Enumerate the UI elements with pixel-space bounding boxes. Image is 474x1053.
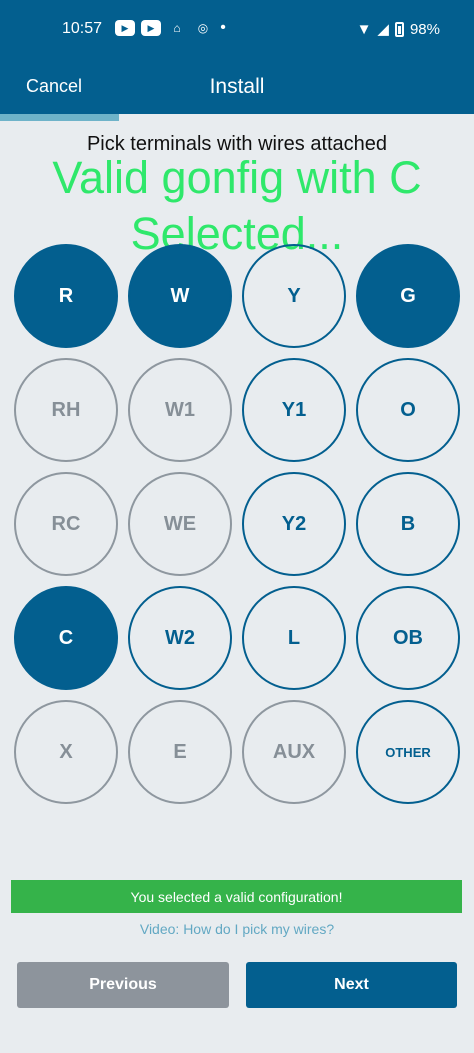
terminal-e-button[interactable]: E <box>128 700 232 804</box>
terminal-we-button[interactable]: WE <box>128 472 232 576</box>
progress-bar <box>0 114 474 121</box>
terminal-grid: R W Y G RH W1 Y1 O RC WE Y2 B C W2 L OB X E AUX OTHER <box>14 244 460 804</box>
wifi-icon: ▼ <box>356 20 372 38</box>
terminal-g-button[interactable]: G <box>356 244 460 348</box>
terminal-c-button[interactable]: C <box>14 586 118 690</box>
playstation-icon: ⌂ <box>173 21 181 35</box>
notification-icons: ▶ ▶ ⌂ ◎ • <box>115 20 227 36</box>
status-banner: You selected a valid configuration! <box>11 880 462 913</box>
terminal-x-button[interactable]: X <box>14 700 118 804</box>
terminal-y2-button[interactable]: Y2 <box>242 472 346 576</box>
terminal-o-button[interactable]: O <box>356 358 460 462</box>
dot-icon: • <box>220 19 226 36</box>
signal-icon: ◢ <box>377 21 389 38</box>
terminal-aux-button[interactable]: AUX <box>242 700 346 804</box>
cancel-button[interactable]: Cancel <box>26 76 82 97</box>
terminal-ob-button[interactable]: OB <box>356 586 460 690</box>
youtube-icon: ▶ <box>115 20 135 36</box>
annotation-line-1: Valid gonfig with C <box>52 152 422 203</box>
battery-icon <box>394 21 404 37</box>
next-button[interactable]: Next <box>246 962 457 1008</box>
terminal-w2-button[interactable]: W2 <box>128 586 232 690</box>
instruction-text: Pick terminals with wires attached <box>86 133 388 155</box>
terminal-b-button[interactable]: B <box>356 472 460 576</box>
app-header: 10:57 ▶ ▶ ⌂ ◎ • ▼ ◢ 98% Cancel Install <box>0 0 474 114</box>
status-bar: 10:57 ▶ ▶ ⌂ ◎ • ▼ ◢ 98% <box>0 0 474 62</box>
terminal-w1-button[interactable]: W1 <box>128 358 232 462</box>
terminal-other-button[interactable]: OTHER <box>356 700 460 804</box>
system-icons: ▼ ◢ 98% <box>356 20 440 39</box>
instagram-icon: ◎ <box>197 21 209 35</box>
video-help-link[interactable]: Video: How do I pick my wires? <box>0 921 474 937</box>
terminal-l-button[interactable]: L <box>242 586 346 690</box>
terminal-y1-button[interactable]: Y1 <box>242 358 346 462</box>
battery-percent: 98% <box>409 20 440 38</box>
terminal-r-button[interactable]: R <box>14 244 118 348</box>
progress-fill <box>0 114 119 121</box>
terminal-rh-button[interactable]: RH <box>14 358 118 462</box>
terminal-rc-button[interactable]: RC <box>14 472 118 576</box>
terminal-y-button[interactable]: Y <box>242 244 346 348</box>
terminal-w-button[interactable]: W <box>128 244 232 348</box>
previous-button[interactable]: Previous <box>17 962 229 1008</box>
youtube-icon: ▶ <box>141 20 161 36</box>
status-time: 10:57 <box>62 20 103 37</box>
